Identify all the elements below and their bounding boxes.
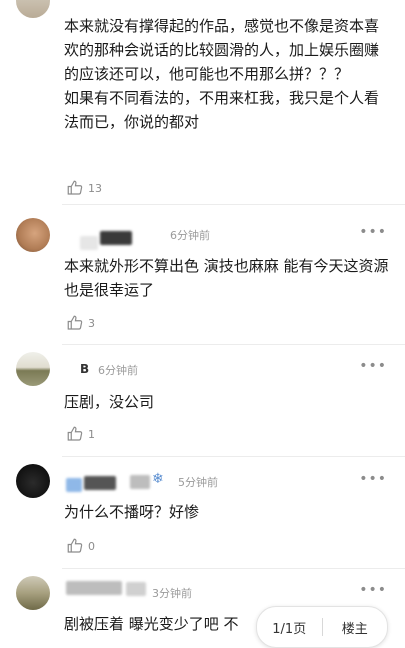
like-button[interactable]: 3	[66, 313, 95, 333]
avatar[interactable]	[16, 352, 50, 386]
like-count: 13	[88, 181, 102, 195]
username-redacted	[84, 476, 116, 490]
snowflake-icon: ❄	[152, 471, 164, 487]
comment-text: 本来就没有撑得起的作品，感觉也不像是资本喜欢的那种会说话的比较圆滑的人，加上娱乐…	[64, 17, 380, 131]
thumbs-up-icon	[67, 315, 83, 330]
more-options-button[interactable]: •••	[359, 471, 387, 487]
user-badge	[130, 475, 150, 489]
user-badge	[126, 582, 146, 596]
avatar[interactable]	[16, 464, 50, 498]
like-button[interactable]: 0	[66, 536, 95, 556]
comment-text: 为什么不播呀？好惨	[64, 503, 200, 521]
like-count: 3	[88, 316, 95, 330]
thumbs-up-icon	[67, 426, 83, 441]
username[interactable]	[80, 236, 98, 250]
thumbs-up-icon	[67, 180, 83, 195]
username-redacted	[100, 231, 132, 245]
user-badge: B	[80, 362, 90, 376]
comment-time: 6分钟前	[170, 229, 210, 242]
avatar[interactable]	[16, 576, 50, 610]
comment-text: 本来就外形不算出色 演技也麻麻 能有今天这资源也是很幸运了	[64, 257, 389, 299]
owner-only-button[interactable]: 楼主	[323, 618, 388, 637]
avatar[interactable]	[16, 218, 50, 252]
divider	[62, 344, 405, 345]
page-navigator: 1/1页 楼主	[256, 606, 388, 648]
like-count: 0	[88, 539, 95, 553]
comment-text: 压剧，没公司	[64, 393, 155, 411]
avatar[interactable]	[16, 0, 50, 18]
more-options-button[interactable]: •••	[359, 224, 387, 240]
comment-time: 5分钟前	[178, 476, 218, 489]
username[interactable]	[66, 478, 82, 492]
like-button[interactable]: 1	[66, 424, 95, 444]
like-button[interactable]: 13	[66, 178, 102, 198]
like-count: 1	[88, 427, 95, 441]
more-options-button[interactable]: •••	[359, 358, 387, 374]
divider	[62, 204, 405, 205]
page-selector-button[interactable]: 1/1页	[257, 618, 322, 637]
more-options-button[interactable]: •••	[359, 582, 387, 598]
thumbs-up-icon	[67, 538, 83, 553]
comment-time: 3分钟前	[152, 587, 192, 600]
divider	[62, 568, 405, 569]
divider	[62, 456, 405, 457]
comment-time: 6分钟前	[98, 364, 138, 377]
username[interactable]	[66, 581, 122, 595]
